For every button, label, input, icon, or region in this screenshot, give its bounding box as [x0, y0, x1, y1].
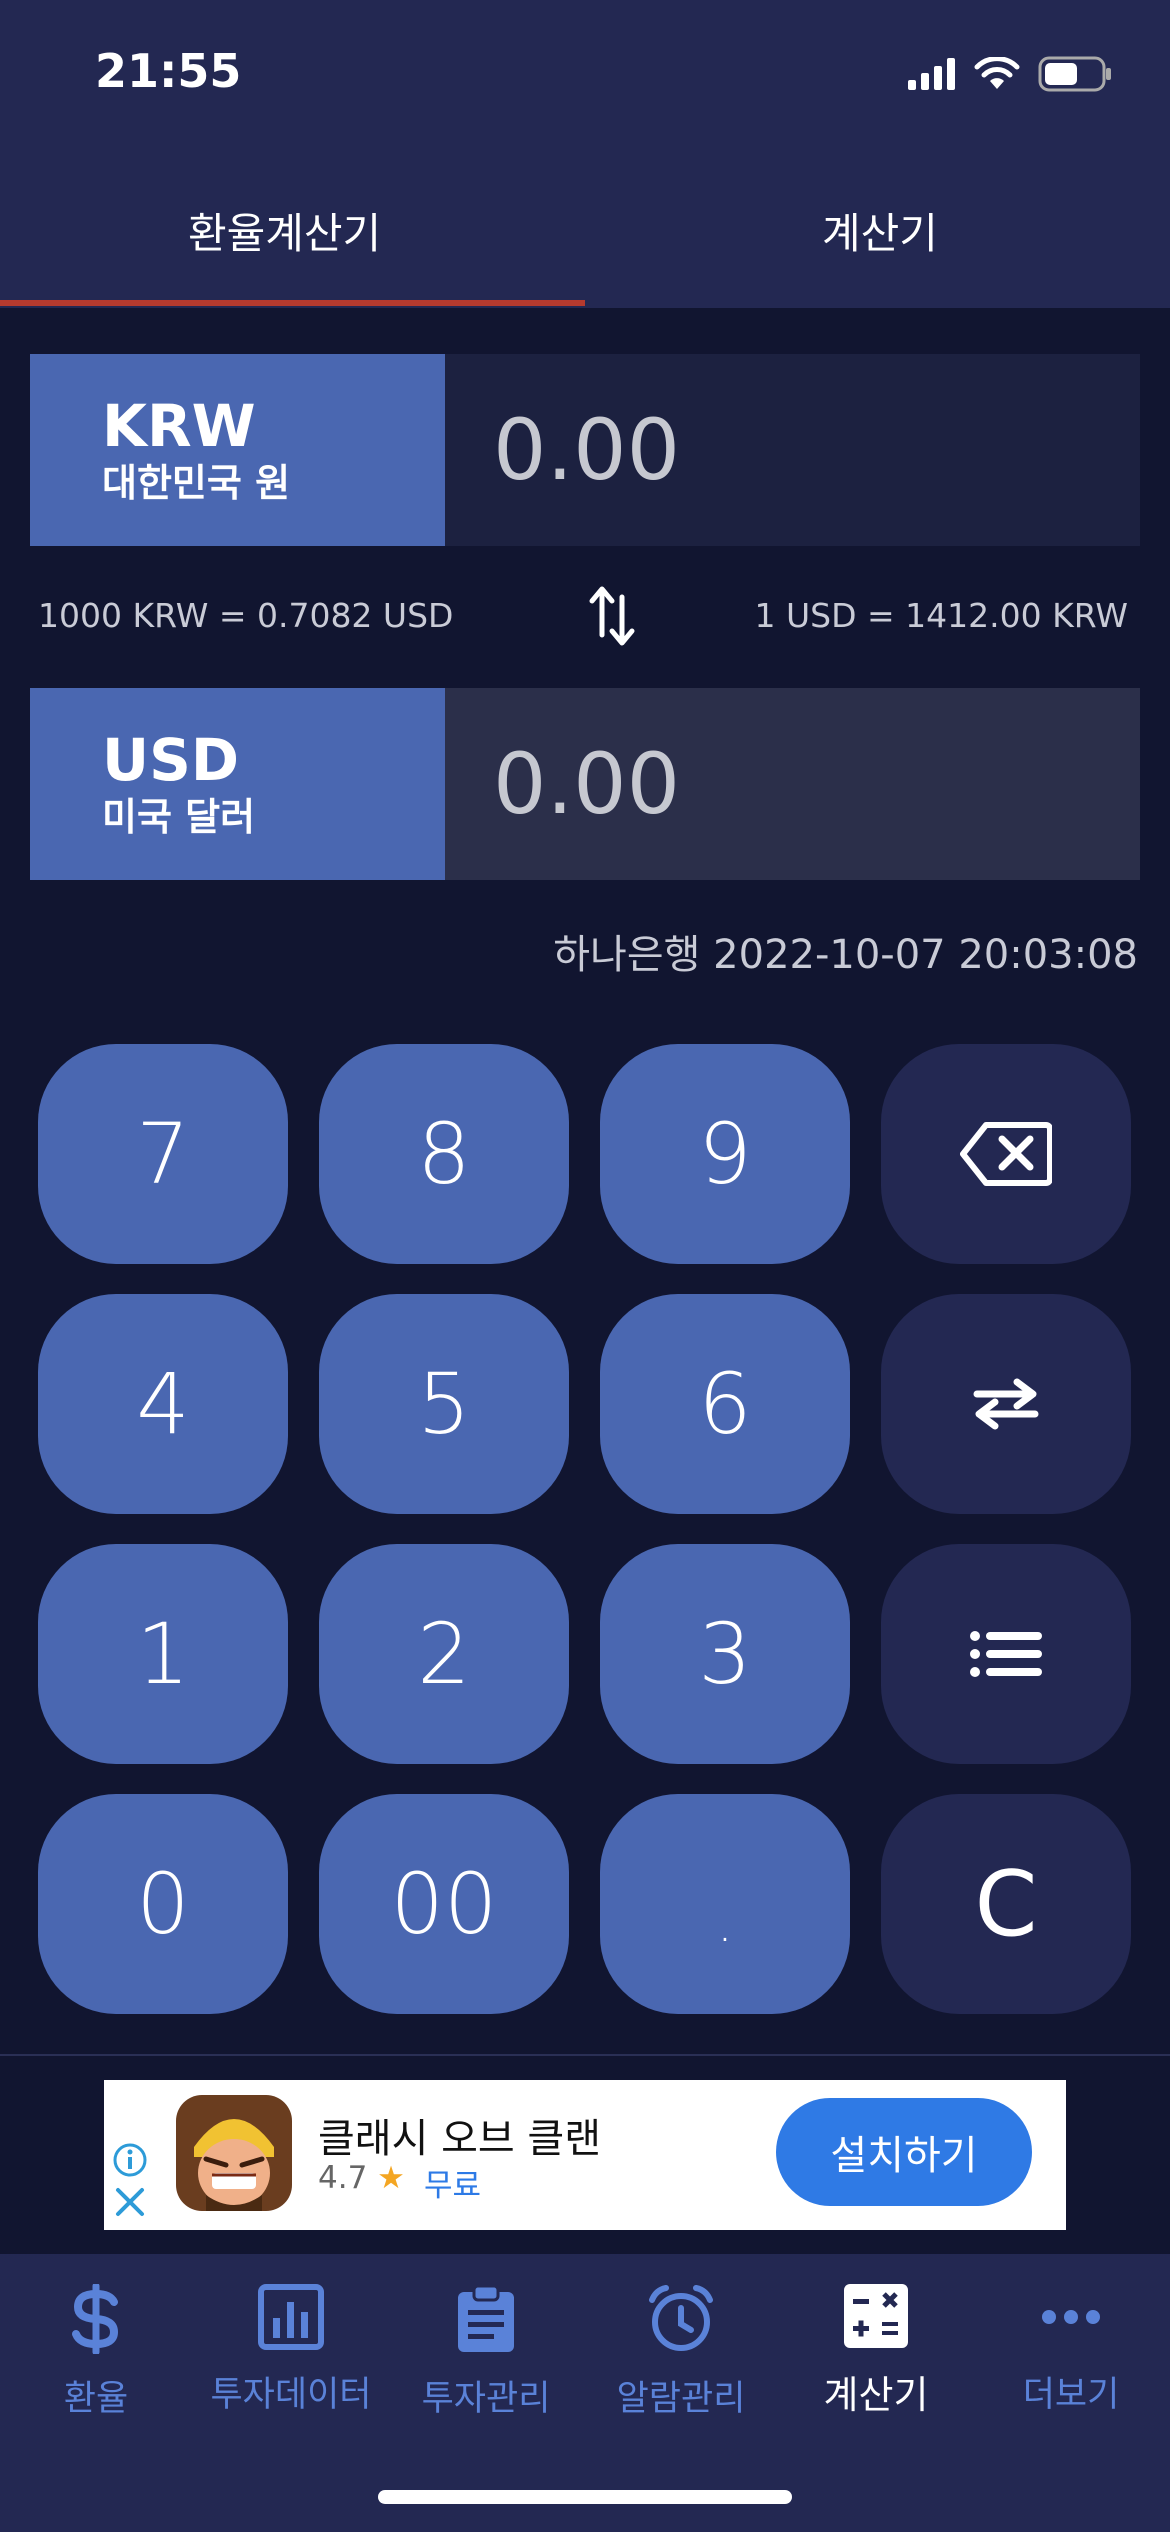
key-1[interactable]: 1 — [38, 1544, 288, 1764]
status-icons — [908, 56, 1112, 92]
nav-label-alarm: 알람관리 — [616, 2379, 746, 2419]
nav-label-exchange: 환율 — [63, 2379, 129, 2419]
key-7[interactable]: 7 — [38, 1044, 288, 1264]
nav-item-investment-management[interactable]: 투자관리 — [386, 2284, 586, 2421]
backspace-button[interactable] — [881, 1044, 1131, 1264]
key-6[interactable]: 6 — [600, 1294, 850, 1514]
calculator-icon — [844, 2284, 908, 2348]
ad-app-icon — [176, 2095, 292, 2211]
key-0[interactable]: 0 — [38, 1794, 288, 2014]
battery-icon — [1038, 56, 1111, 92]
clipboard-icon — [458, 2284, 514, 2352]
rate-to-from: 1 USD = 1412.00 KRW — [754, 596, 1128, 635]
nav-item-calculator[interactable]: 계산기 — [776, 2284, 976, 2419]
nav-label-investment-management: 투자관리 — [421, 2379, 551, 2419]
swap-currencies-icon[interactable] — [588, 585, 636, 647]
ad-rating-value: 4.7 — [318, 2160, 368, 2196]
clear-button[interactable]: C — [881, 1794, 1131, 2014]
status-time: 21:55 — [95, 44, 242, 98]
nav-label-investment-data: 투자데이터 — [210, 2375, 372, 2415]
nav-item-exchange[interactable]: 환율 — [0, 2284, 196, 2421]
alarm-icon — [649, 2285, 713, 2351]
key-decimal[interactable]: . — [600, 1794, 850, 2014]
key-4[interactable]: 4 — [38, 1294, 288, 1514]
chart-icon — [258, 2284, 324, 2350]
header: 21:55 환율계산기 계산기 — [0, 0, 1170, 308]
tab-exchange-calculator[interactable]: 환율계산기 — [188, 200, 381, 261]
more-icon — [1042, 2310, 1100, 2324]
nav-item-more[interactable]: 더보기 — [971, 2284, 1170, 2417]
nav-label-calculator: 계산기 — [823, 2373, 929, 2417]
key-9[interactable]: 9 — [600, 1044, 850, 1264]
ad-divider — [0, 2054, 1170, 2056]
list-icon — [970, 1631, 1042, 1677]
nav-item-investment-data[interactable]: 투자데이터 — [191, 2284, 391, 2417]
ad-info-icon[interactable] — [112, 2142, 148, 2178]
ad-title: 클래시 오브 클랜 — [318, 2116, 602, 2162]
rate-from-to: 1000 KRW = 0.7082 USD — [38, 596, 454, 635]
rate-source-timestamp: 하나은행 2022-10-07 20:03:08 — [553, 932, 1138, 978]
signal-icon — [908, 58, 955, 90]
ad-rating: 4.7 ★ — [318, 2160, 405, 2196]
from-currency-name: 대한민국 원 — [102, 461, 291, 505]
to-currency-value[interactable]: 0.00 — [445, 688, 1140, 880]
nav-item-alarm[interactable]: 알람관리 — [581, 2284, 781, 2421]
list-button[interactable] — [881, 1544, 1131, 1764]
home-indicator — [378, 2490, 792, 2504]
swap-button[interactable] — [881, 1294, 1131, 1514]
swap-icon — [973, 1378, 1039, 1430]
wifi-icon — [974, 57, 1020, 89]
key-8[interactable]: 8 — [319, 1044, 569, 1264]
key-3[interactable]: 3 — [600, 1544, 850, 1764]
nav-label-more: 더보기 — [1022, 2375, 1120, 2415]
ad-banner[interactable]: 클래시 오브 클랜 4.7 ★ 무료 설치하기 — [104, 2080, 1066, 2230]
star-icon: ★ — [377, 2160, 405, 2196]
dollar-icon — [72, 2284, 119, 2354]
key-5[interactable]: 5 — [319, 1294, 569, 1514]
ad-close-icon[interactable] — [112, 2184, 148, 2220]
ad-price: 무료 — [424, 2168, 482, 2204]
key-00[interactable]: 00 — [319, 1794, 569, 2014]
to-currency-selector[interactable]: USD 미국 달러 — [30, 688, 445, 880]
to-currency-code: USD — [102, 726, 240, 794]
from-currency-code: KRW — [102, 392, 256, 460]
backspace-icon — [960, 1122, 1052, 1186]
ad-install-button[interactable]: 설치하기 — [776, 2098, 1032, 2206]
from-currency-value[interactable]: 0.00 — [445, 354, 1140, 546]
to-currency-name: 미국 달러 — [102, 795, 256, 839]
to-currency-row[interactable]: USD 미국 달러 0.00 — [30, 688, 1140, 880]
key-2[interactable]: 2 — [319, 1544, 569, 1764]
from-currency-selector[interactable]: KRW 대한민국 원 — [30, 354, 445, 546]
from-currency-row[interactable]: KRW 대한민국 원 0.00 — [30, 354, 1140, 546]
tab-calculator[interactable]: 계산기 — [822, 200, 938, 261]
tab-indicator — [0, 300, 585, 306]
